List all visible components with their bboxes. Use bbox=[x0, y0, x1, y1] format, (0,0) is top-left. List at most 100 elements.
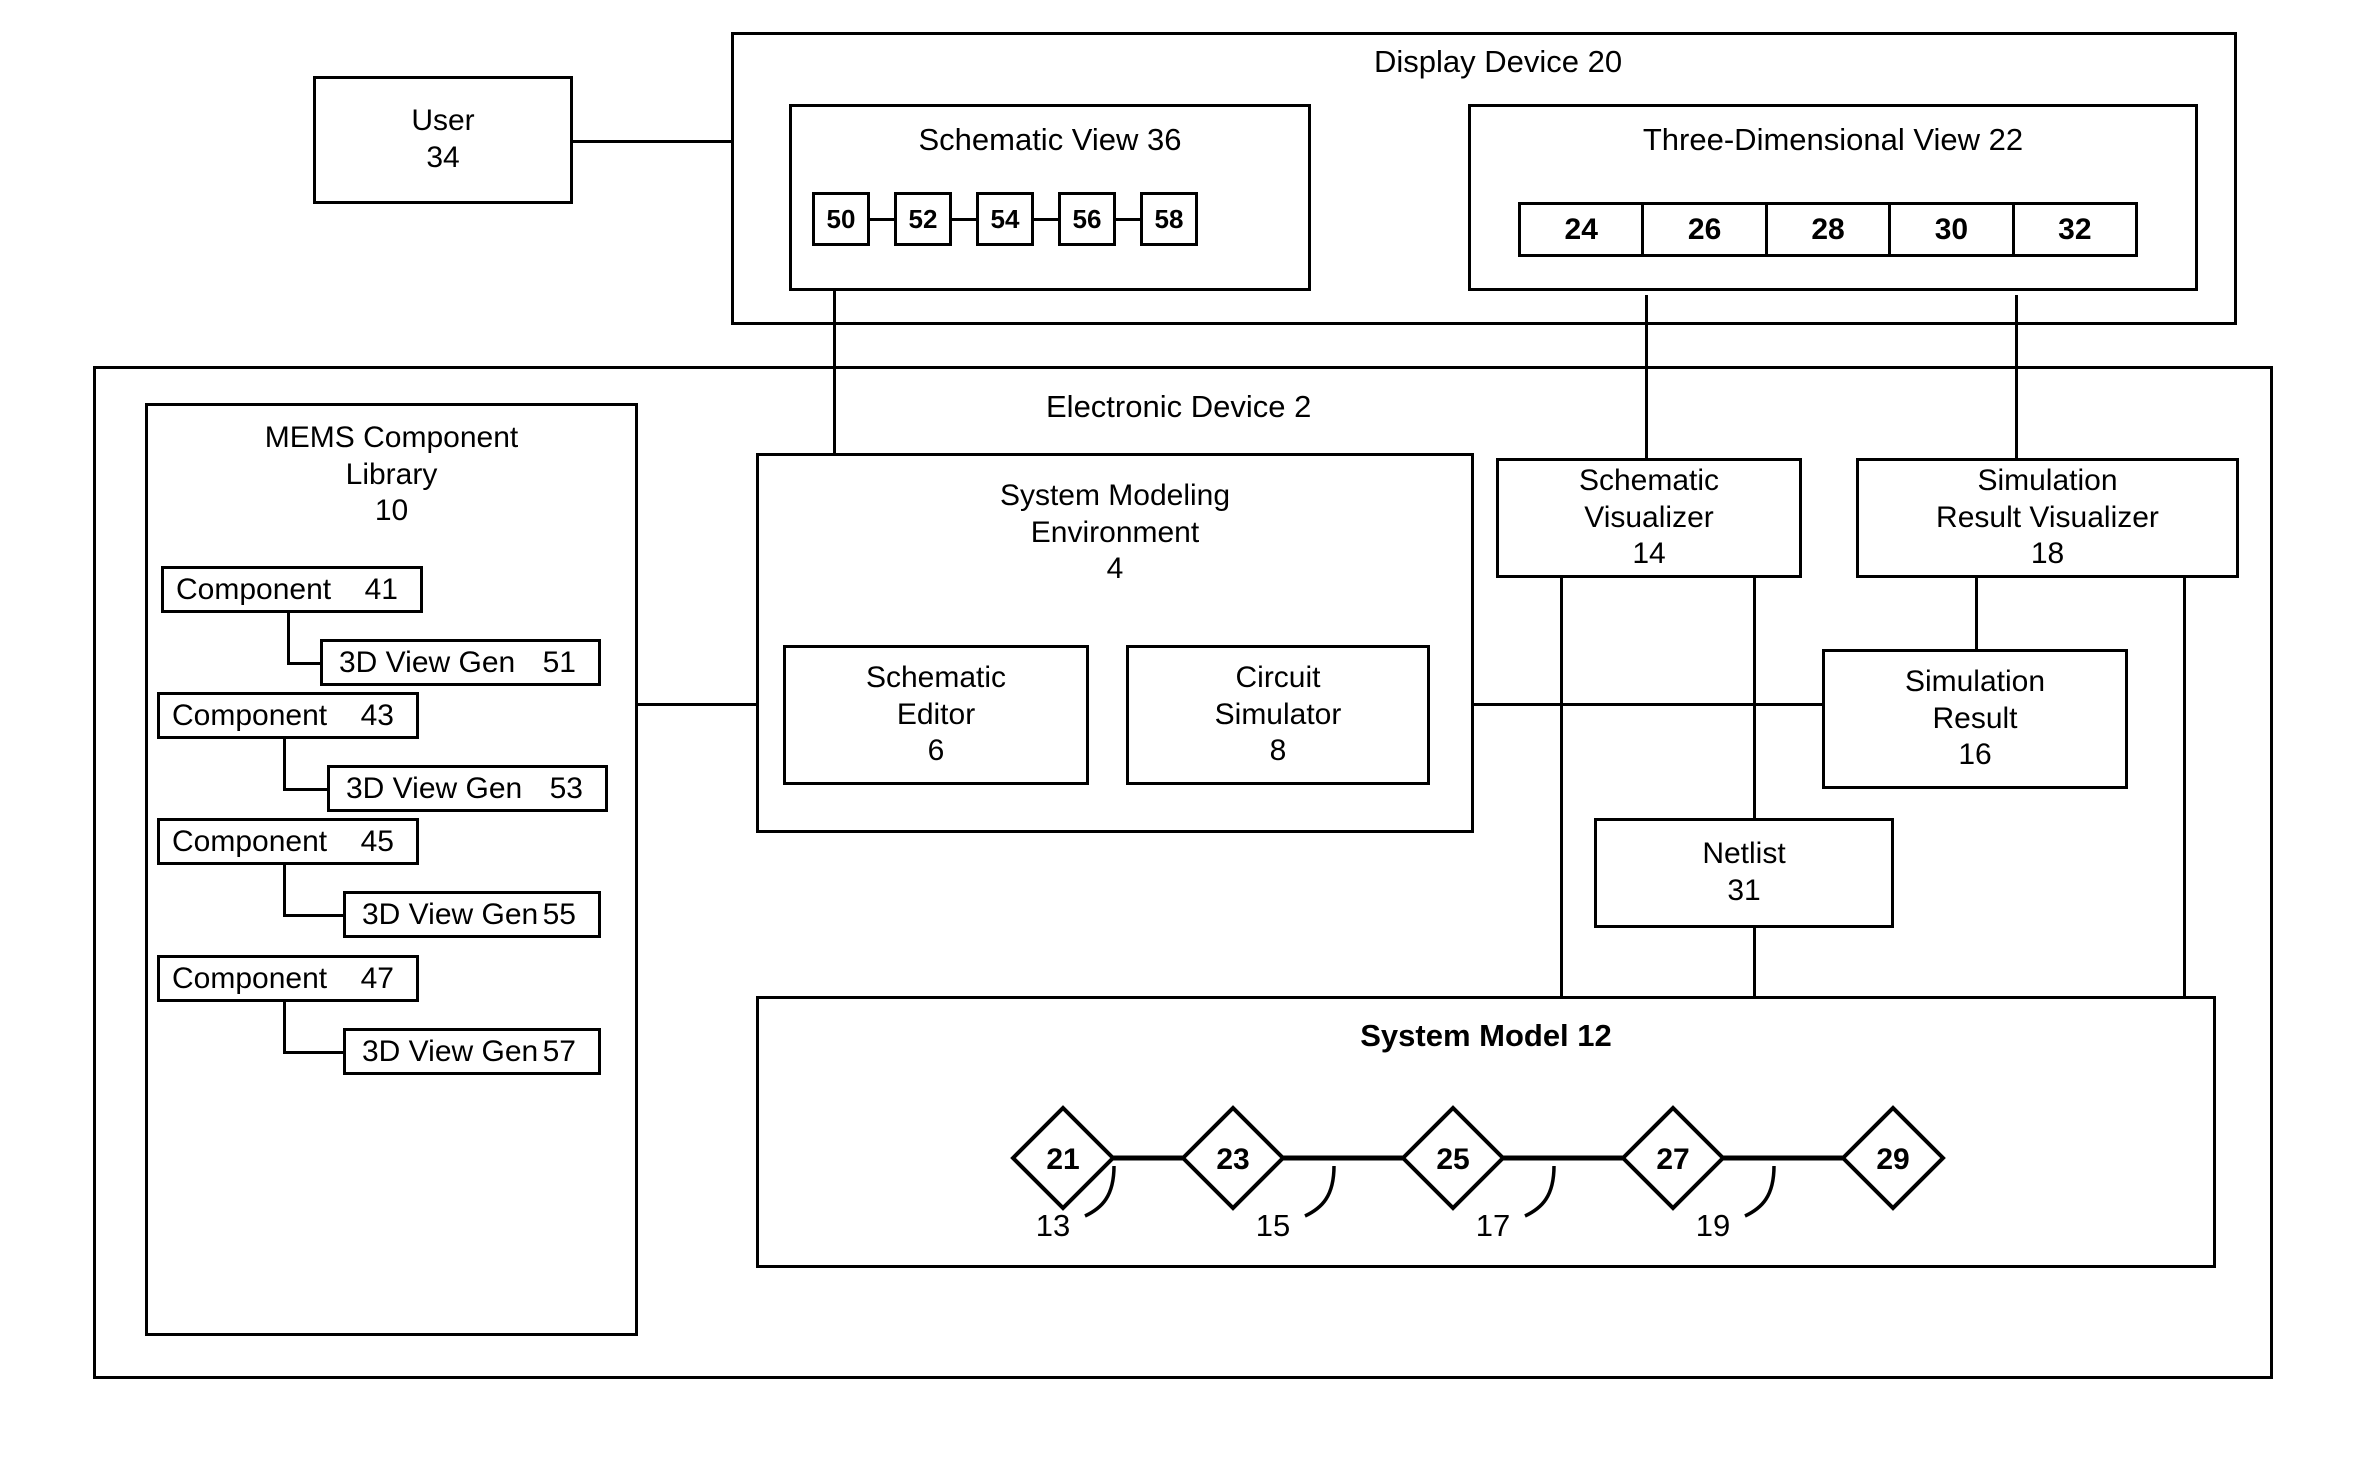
schematic-editor-box[interactable]: Schematic Editor 6 bbox=[783, 645, 1089, 785]
simresult-visualizer-line2: Result Visualizer bbox=[1936, 500, 2159, 534]
simresult-visualizer-line1: Simulation bbox=[1977, 464, 2118, 498]
schematic-editor-line1: Schematic bbox=[865, 661, 1007, 695]
simulation-result-box[interactable]: Simulation Result 16 bbox=[1822, 649, 2128, 789]
gen-number: 57 bbox=[542, 1034, 576, 1068]
component-number: 45 bbox=[360, 824, 394, 858]
simulation-result-number: 16 bbox=[1958, 738, 1992, 772]
chip-connector-54-56 bbox=[1034, 218, 1058, 221]
three-d-cell-32[interactable]: 32 bbox=[2015, 205, 2135, 254]
elbow-45-h bbox=[283, 914, 345, 917]
chip-label: 56 bbox=[1072, 203, 1102, 234]
three-d-cell-30[interactable]: 30 bbox=[1891, 205, 2015, 254]
chip-label: 50 bbox=[826, 203, 856, 234]
component-label: Component bbox=[172, 698, 328, 732]
circuit-simulator-box[interactable]: Circuit Simulator 8 bbox=[1126, 645, 1430, 785]
library-component-43[interactable]: Component 43 bbox=[157, 692, 419, 739]
library-3dviewgen-53[interactable]: 3D View Gen 53 bbox=[327, 765, 608, 812]
connector-3dview-to-simresult-visualizer bbox=[2015, 295, 2018, 458]
user-label: User bbox=[411, 104, 475, 138]
gen-label: 3D View Gen bbox=[362, 897, 539, 931]
gen-number: 55 bbox=[542, 897, 576, 931]
schematic-visualizer-box[interactable]: Schematic Visualizer 14 bbox=[1496, 458, 1802, 578]
component-number: 47 bbox=[360, 961, 394, 995]
cell-label: 28 bbox=[1811, 212, 1845, 246]
three-d-view-strip[interactable]: 24 26 28 30 32 bbox=[1518, 202, 2138, 257]
component-label: Component bbox=[172, 961, 328, 995]
system-model-box[interactable]: System Model 12 bbox=[756, 996, 2216, 1268]
elbow-43-v bbox=[283, 739, 286, 791]
cell-label: 30 bbox=[1934, 212, 1969, 246]
schematic-chip-54[interactable]: 54 bbox=[976, 192, 1034, 246]
connector-schematic-visualizer-down bbox=[1560, 578, 1563, 996]
schematic-chip-50[interactable]: 50 bbox=[812, 192, 870, 246]
library-3dviewgen-55[interactable]: 3D View Gen 55 bbox=[343, 891, 601, 938]
connector-schematic-visualizer-to-netlist bbox=[1753, 578, 1756, 818]
connector-simresult-visualizer-down bbox=[2183, 578, 2186, 996]
library-component-45[interactable]: Component 45 bbox=[157, 818, 419, 865]
component-label: Component bbox=[172, 824, 328, 858]
chip-label: 58 bbox=[1154, 203, 1184, 234]
cell-label: 24 bbox=[1564, 212, 1598, 246]
chip-connector-52-54 bbox=[952, 218, 976, 221]
schematic-chip-56[interactable]: 56 bbox=[1058, 192, 1116, 246]
chip-connector-50-52 bbox=[870, 218, 894, 221]
schematic-chip-58[interactable]: 58 bbox=[1140, 192, 1198, 246]
connector-3dview-to-schematic-visualizer bbox=[1645, 295, 1648, 458]
gen-label: 3D View Gen bbox=[362, 1034, 539, 1068]
schematic-chip-52[interactable]: 52 bbox=[894, 192, 952, 246]
gen-label: 3D View Gen bbox=[339, 645, 516, 679]
simulation-result-visualizer-box[interactable]: Simulation Result Visualizer 18 bbox=[1856, 458, 2239, 578]
mems-library-line2: Library bbox=[345, 457, 438, 491]
three-d-cell-24[interactable]: 24 bbox=[1521, 205, 1645, 254]
three-d-view-title: Three-Dimensional View 22 bbox=[1642, 122, 2024, 157]
elbow-41-v bbox=[287, 613, 290, 665]
library-3dviewgen-51[interactable]: 3D View Gen 51 bbox=[320, 639, 601, 686]
elbow-47-v bbox=[283, 1002, 286, 1054]
schematic-editor-line2: Editor bbox=[896, 697, 976, 731]
schematic-view-title: Schematic View 36 bbox=[918, 122, 1182, 157]
gen-label: 3D View Gen bbox=[346, 771, 523, 805]
cell-label: 32 bbox=[2058, 212, 2092, 246]
schematic-visualizer-line2: Visualizer bbox=[1584, 500, 1714, 534]
netlist-box[interactable]: Netlist 31 bbox=[1594, 818, 1894, 928]
three-d-view-box[interactable]: Three-Dimensional View 22 bbox=[1468, 104, 2198, 291]
cell-label: 26 bbox=[1687, 212, 1722, 246]
schematic-visualizer-number: 14 bbox=[1632, 537, 1666, 571]
user-block[interactable]: User 34 bbox=[313, 76, 573, 204]
chip-label: 54 bbox=[990, 203, 1020, 234]
mems-library-line1: MEMS Component bbox=[264, 421, 519, 454]
component-label: Component bbox=[176, 572, 332, 606]
three-d-cell-26[interactable]: 26 bbox=[1644, 205, 1768, 254]
figure-canvas: User 34 Display Device 20 Schematic View… bbox=[0, 0, 2360, 1468]
library-component-41[interactable]: Component 41 bbox=[161, 566, 423, 613]
system-model-title: System Model 12 bbox=[1360, 1018, 1612, 1053]
circuit-simulator-line1: Circuit bbox=[1235, 661, 1321, 695]
elbow-47-h bbox=[283, 1051, 345, 1054]
library-component-47[interactable]: Component 47 bbox=[157, 955, 419, 1002]
connector-simresult-visualizer-to-simresult bbox=[1975, 578, 1978, 649]
simulation-result-line2: Result bbox=[1932, 701, 2018, 735]
chip-connector-56-58 bbox=[1116, 218, 1140, 221]
connector-user-to-display bbox=[572, 140, 732, 143]
sme-line1: System Modeling bbox=[999, 479, 1231, 512]
simulation-result-line1: Simulation bbox=[1904, 665, 2046, 699]
schematic-visualizer-line1: Schematic bbox=[1578, 464, 1720, 498]
simresult-visualizer-number: 18 bbox=[2030, 537, 2065, 571]
circuit-simulator-line2: Simulator bbox=[1214, 697, 1342, 731]
mems-component-library-box[interactable]: MEMS Component Library 10 bbox=[145, 403, 638, 1336]
electronic-device-title: Electronic Device 2 bbox=[1040, 389, 1318, 425]
circuit-simulator-number: 8 bbox=[1269, 734, 1287, 768]
display-device-title: Display Device 20 bbox=[1368, 44, 1629, 80]
connector-simulator-to-simresult bbox=[1430, 703, 1822, 706]
sme-line2: Environment bbox=[1030, 515, 1200, 549]
component-number: 41 bbox=[364, 572, 398, 606]
elbow-41-h bbox=[287, 662, 323, 665]
user-number: 34 bbox=[426, 141, 460, 174]
gen-number: 51 bbox=[542, 645, 576, 679]
three-d-cell-28[interactable]: 28 bbox=[1768, 205, 1892, 254]
library-3dviewgen-57[interactable]: 3D View Gen 57 bbox=[343, 1028, 601, 1075]
netlist-label: Netlist bbox=[1702, 837, 1786, 871]
elbow-43-h bbox=[283, 788, 329, 791]
mems-library-number: 10 bbox=[374, 494, 409, 528]
gen-number: 53 bbox=[549, 771, 583, 805]
